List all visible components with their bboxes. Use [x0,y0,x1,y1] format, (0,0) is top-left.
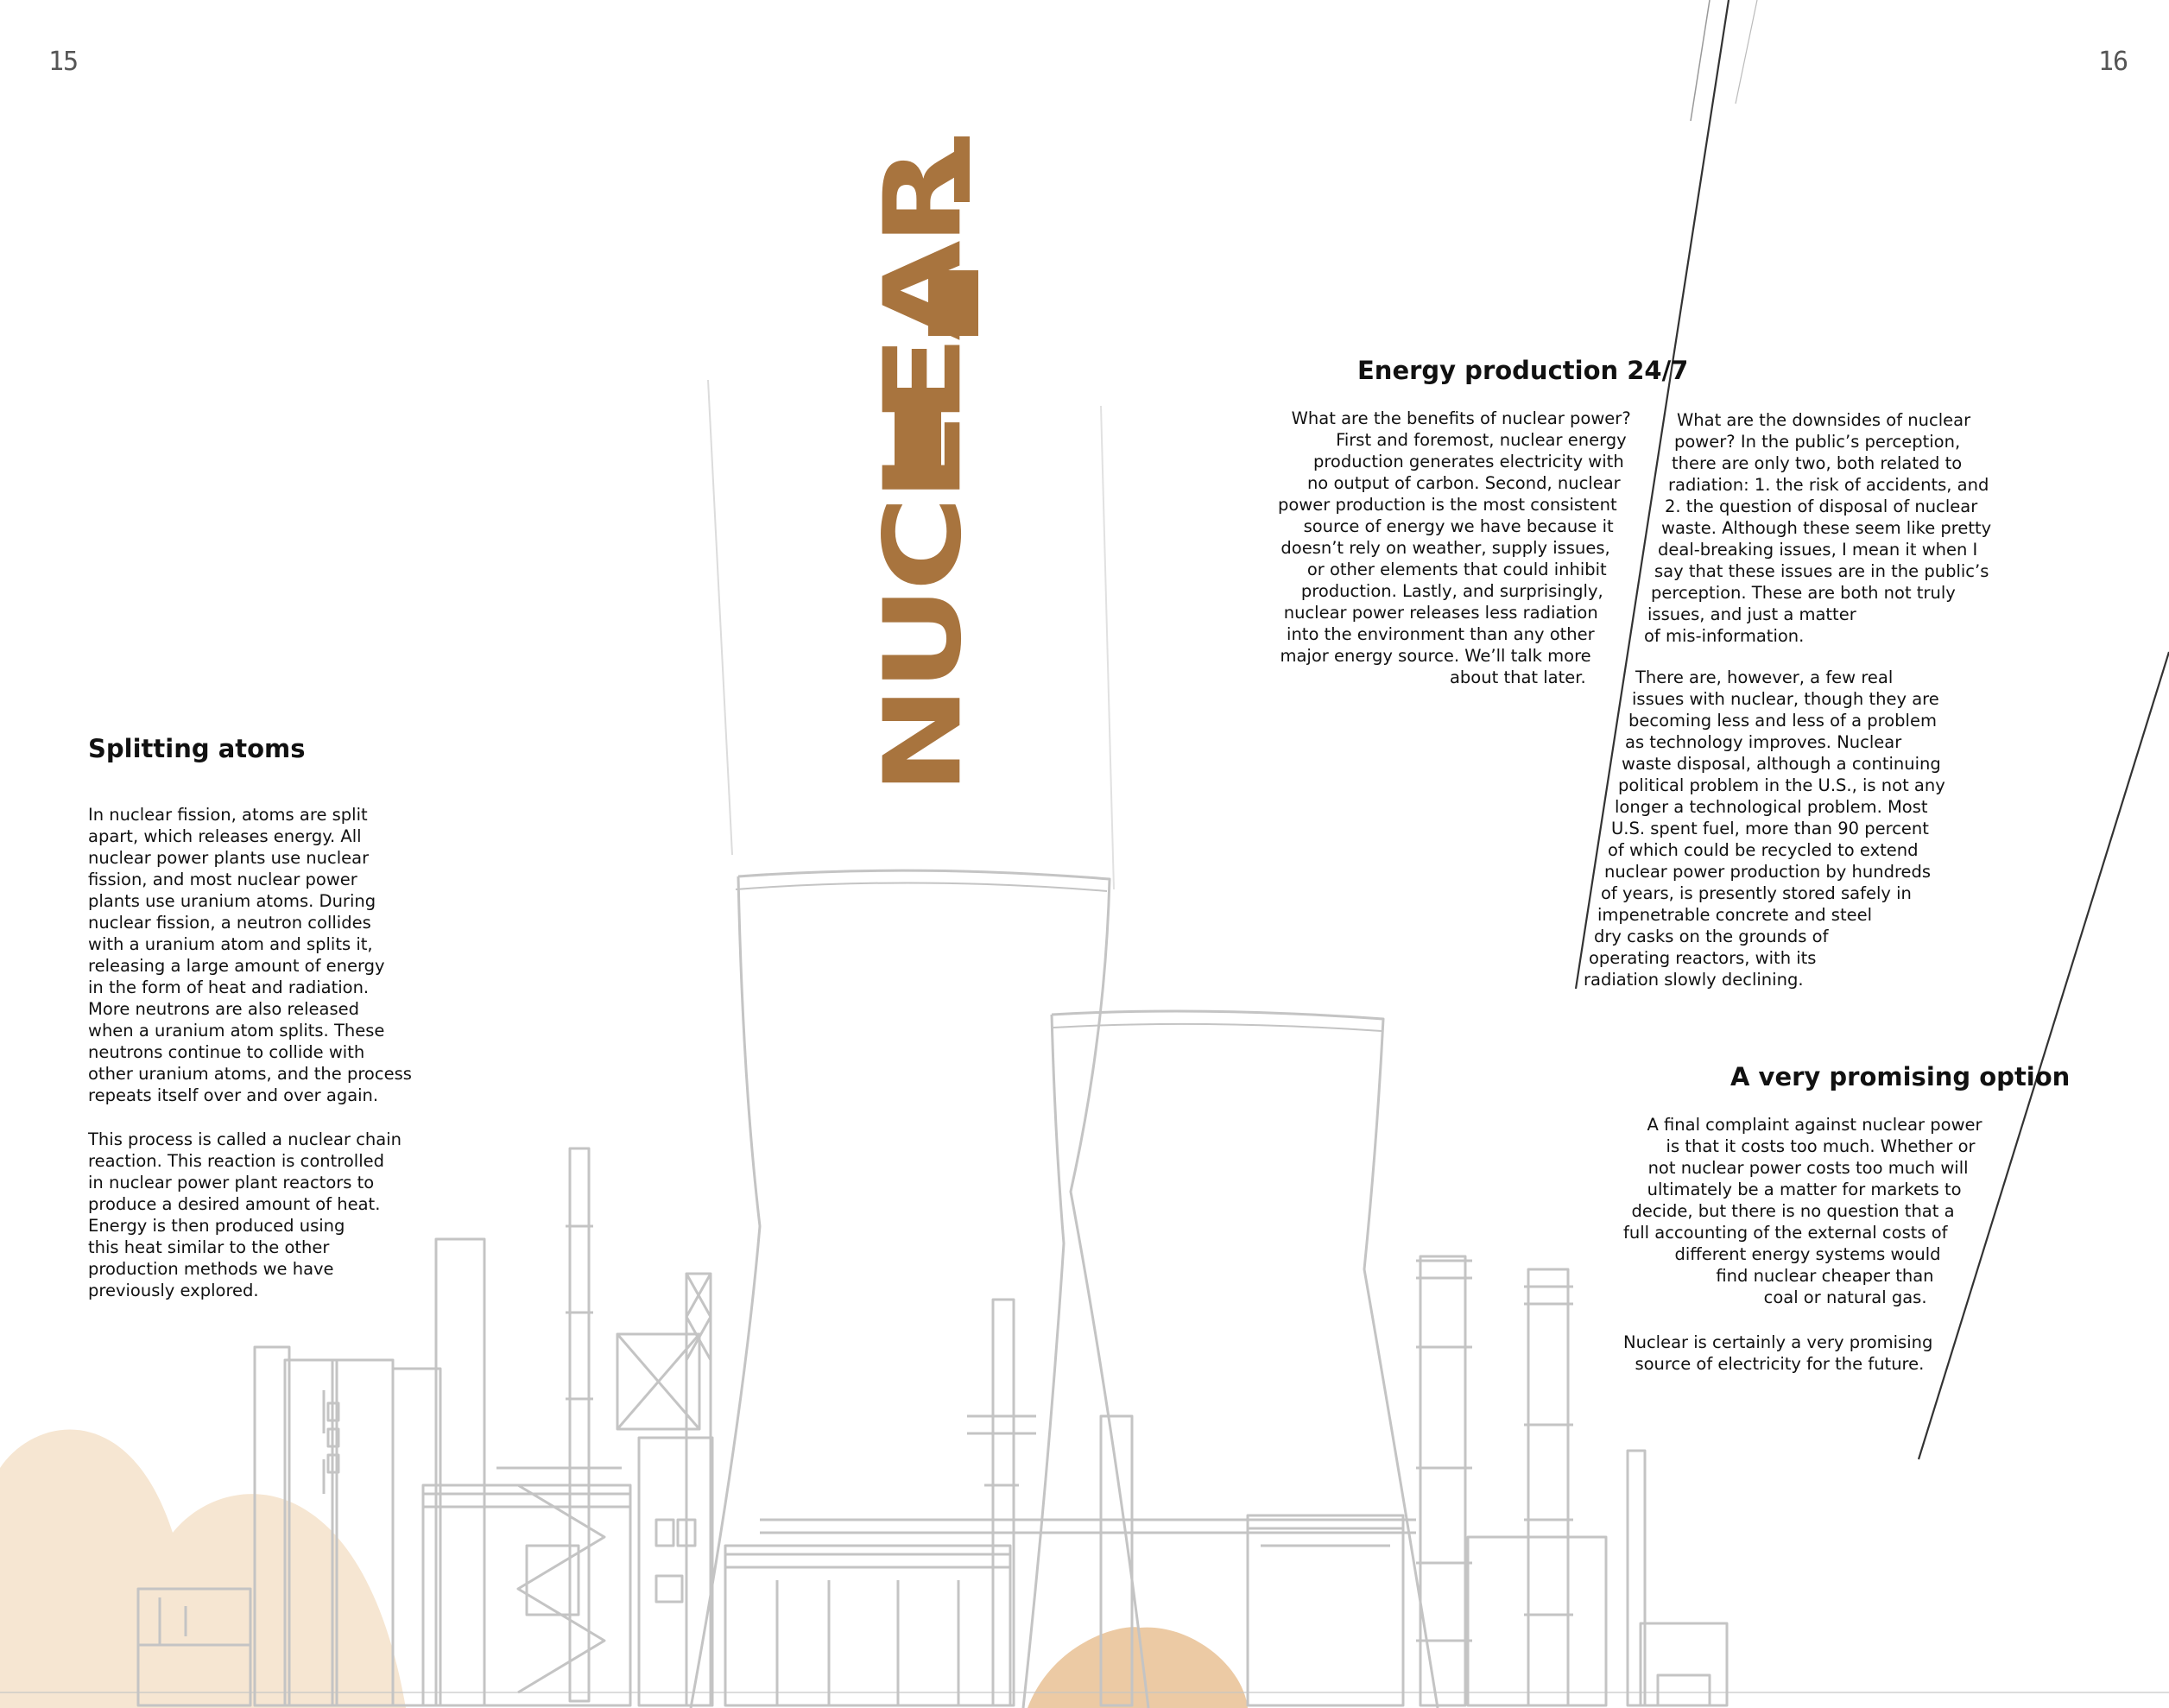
fission-paragraph: In nuclear fission, atoms are split apar… [88,805,412,1105]
energy-production-heading: Energy production 24/7 [1357,356,1689,385]
benefits-paragraph: What are the benefits of nuclear power? … [1278,408,1631,687]
promising-option-heading: A very promising option [1730,1062,2071,1091]
peach-sun-shape [1028,1627,1248,1708]
cost-paragraph: A final complaint against nuclear power … [1623,1115,1982,1307]
diagonal-rule-line-right [1917,651,2169,1460]
downsides-paragraph: What are the downsides of nuclear power?… [1644,410,1992,646]
page-number-left: 15 [48,47,79,77]
splitting-atoms-heading: Splitting atoms [88,734,306,763]
page-number-right: 16 [2098,47,2128,77]
cooling-tower-large [689,869,1150,1708]
peach-hill-shape [0,1429,406,1708]
conclusion-paragraph: Nuclear is certainly a very promising so… [1623,1332,1933,1374]
nuclear-vertical-title: NUCLEAR [862,150,985,794]
chain-reaction-paragraph: This process is called a nuclear chain r… [88,1129,402,1300]
magazine-spread: 15 16 NUCLEAR Splitting atoms In nuclear… [0,0,2169,1708]
real-issues-paragraph: There are, however, a few real issues wi… [1584,667,1945,990]
